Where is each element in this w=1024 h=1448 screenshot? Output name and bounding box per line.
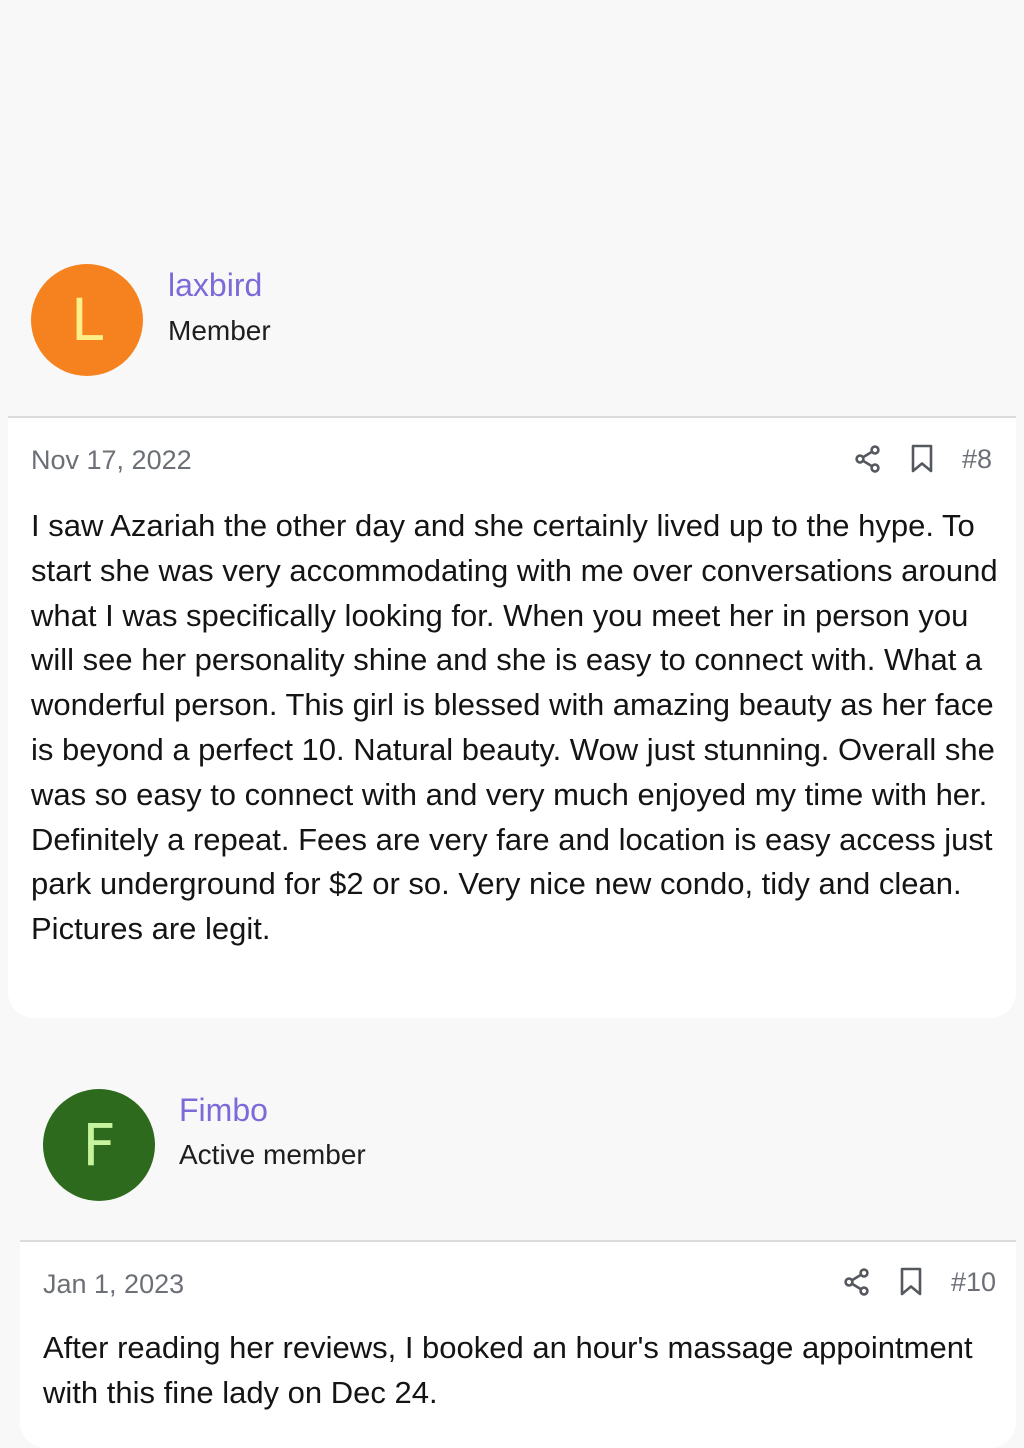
divider: [20, 1240, 1016, 1242]
post-date[interactable]: Jan 1, 2023: [43, 1269, 184, 1300]
user-title: Active member: [179, 1139, 366, 1170]
avatar[interactable]: F: [43, 1089, 155, 1201]
post-date[interactable]: Nov 17, 2022: [31, 445, 192, 476]
username-link[interactable]: laxbird: [168, 267, 262, 304]
post-user-header: F Fimbo Active member: [20, 1068, 1016, 1240]
post-actions: #8: [852, 442, 992, 476]
share-icon[interactable]: [841, 1265, 873, 1299]
divider: [8, 416, 1016, 418]
post-body: After reading her reviews, I booked an h…: [43, 1330, 973, 1410]
share-icon[interactable]: [852, 442, 884, 476]
avatar[interactable]: L: [31, 264, 143, 376]
user-title: Member: [168, 315, 271, 346]
username-link[interactable]: Fimbo: [179, 1092, 268, 1129]
bookmark-icon[interactable]: [906, 442, 938, 476]
post-number-link[interactable]: #8: [962, 444, 992, 475]
post: L laxbird Member Nov 17, 2022 #8 I saw A…: [8, 246, 1016, 1018]
post-number-link[interactable]: #10: [951, 1267, 996, 1298]
post-actions: #10: [841, 1265, 996, 1299]
post: F Fimbo Active member Jan 1, 2023 #10 Af…: [20, 1068, 1016, 1448]
post-user-header: L laxbird Member: [8, 246, 1016, 416]
bookmark-icon[interactable]: [895, 1265, 927, 1299]
post-body: I saw Azariah the other day and she cert…: [31, 508, 998, 947]
